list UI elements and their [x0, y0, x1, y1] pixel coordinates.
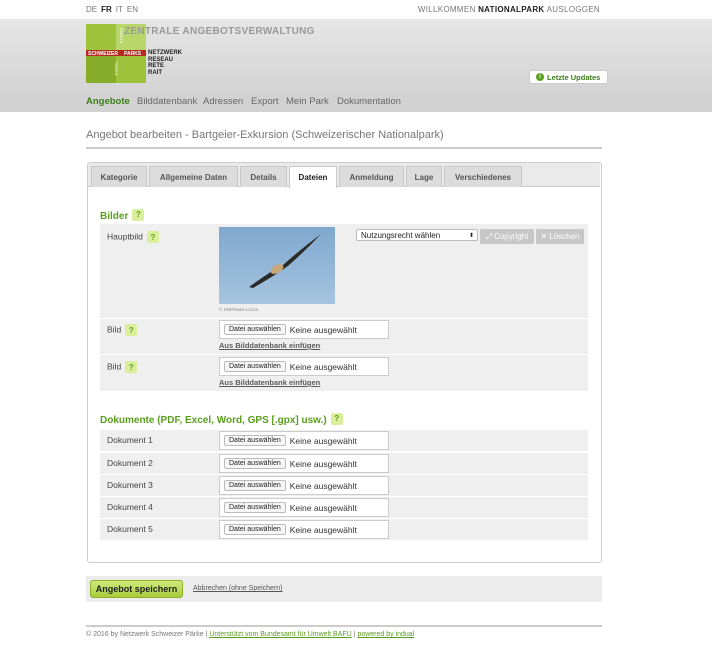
help-icon[interactable]: ? — [330, 412, 343, 425]
document-file-input[interactable]: Datei auswählen Keine ausgewählt — [219, 431, 389, 450]
main-nav: Angebote Bilddatenbank Adressen Export M… — [0, 92, 712, 112]
file-choose-button[interactable]: Datei auswählen — [224, 502, 286, 513]
main-image-label: Hauptbild — [107, 231, 143, 242]
main-image-thumbnail[interactable] — [219, 227, 335, 304]
delete-button[interactable]: ✕ Löschen — [536, 229, 584, 244]
document-file-input[interactable]: Datei auswählen Keine ausgewählt — [219, 520, 389, 539]
file-choose-button[interactable]: Datei auswählen — [224, 435, 286, 446]
nav-mein-park[interactable]: Mein Park — [286, 96, 329, 107]
footer-divider — [86, 625, 602, 627]
lang-de[interactable]: DE — [86, 5, 97, 14]
document-label: Dokument 5 — [107, 524, 153, 534]
tab-lage[interactable]: Lage — [406, 166, 442, 187]
rights-select[interactable]: Nutzungsrecht wählen ⬍ — [356, 229, 478, 241]
document-label: Dokument 4 — [107, 502, 153, 512]
logo-word-schweizer: SCHWEIZER — [88, 51, 118, 57]
copyright-button[interactable]: ⤢ Copyright — [480, 229, 534, 244]
network-text: NETZWERK RESEAU RETE RAIT — [148, 50, 182, 76]
nav-export[interactable]: Export — [251, 96, 278, 107]
top-bar: DE FR IT EN WILLKOMMEN NATIONALPARK AUSLOGG… — [0, 0, 712, 19]
bafu-link[interactable]: Unterstützt vom Bundesamt für Umwelt BAF… — [209, 631, 351, 638]
file-choose-button[interactable]: Datei auswählen — [224, 458, 286, 469]
welcome-text: WILLKOMMEN — [417, 5, 476, 14]
file-choose-button[interactable]: Datei auswählen — [224, 324, 286, 335]
nav-angebote[interactable]: Angebote — [86, 96, 130, 107]
save-button[interactable]: Angebot speichern — [90, 580, 183, 598]
document-label: Dokument 3 — [107, 480, 153, 490]
lang-it[interactable]: IT — [116, 5, 123, 14]
bilder-heading: Bilder? — [100, 206, 145, 224]
image-label: Bild — [107, 361, 122, 372]
document-label: Dokument 1 — [107, 435, 153, 445]
image-label: Bild — [107, 324, 122, 335]
cancel-link[interactable]: Abbrechen (ohne Speichern) — [193, 585, 283, 592]
insert-from-db-link[interactable]: Aus Bilddatenbank einfügen — [219, 341, 320, 350]
user-name: NATIONALPARK — [478, 5, 545, 14]
language-switcher: DE FR IT EN — [86, 5, 142, 14]
user-area: WILLKOMMEN NATIONALPARK AUSLOGGEN — [418, 5, 600, 14]
lang-fr[interactable]: FR — [101, 5, 112, 14]
footer-separator: | — [353, 631, 356, 638]
select-arrows-icon: ⬍ — [468, 232, 474, 239]
help-icon[interactable]: ? — [146, 231, 159, 243]
document-file-input[interactable]: Datei auswählen Keine ausgewählt — [219, 476, 389, 495]
footer-copyright: © 2016 by Netzwerk Schweizer Pärke | — [86, 631, 208, 638]
nav-dokumentation[interactable]: Dokumentation — [337, 96, 401, 107]
file-choose-button[interactable]: Datei auswählen — [224, 361, 286, 372]
lang-en[interactable]: EN — [127, 5, 138, 14]
indual-link[interactable]: powered by indual — [357, 631, 414, 638]
nav-bilddatenbank[interactable]: Bilddatenbank — [137, 96, 197, 107]
close-icon: ✕ — [540, 232, 548, 241]
file-choose-button[interactable]: Datei auswählen — [224, 480, 286, 491]
documents-heading: Dokumente (PDF, Excel, Word, GPS [.gpx] … — [100, 410, 343, 428]
image-file-input[interactable]: Datei auswählen Keine ausgewählt — [219, 357, 389, 376]
image-file-input[interactable]: Datei auswählen Keine ausgewählt — [219, 320, 389, 339]
info-icon: i — [536, 73, 544, 81]
logout-link[interactable]: AUSLOGGEN — [547, 5, 600, 14]
tab-kategorie[interactable]: Kategorie — [91, 166, 147, 187]
expand-icon: ⤢ — [485, 231, 493, 241]
image-caption: © SNP/Hans Lozza — [219, 307, 258, 312]
help-icon[interactable]: ? — [125, 324, 138, 336]
help-icon[interactable]: ? — [132, 208, 145, 221]
insert-from-db-link[interactable]: Aus Bilddatenbank einfügen — [219, 378, 320, 387]
page-title: Angebot bearbeiten - Bartgeier-Exkursion… — [86, 129, 444, 141]
tab-details[interactable]: Details — [240, 166, 287, 187]
app-title: ZENTRALE ANGEBOTSVERWALTUNG — [124, 26, 315, 37]
logo-word-parcs: PARCS — [114, 62, 119, 76]
file-choose-button[interactable]: Datei auswählen — [224, 524, 286, 535]
tab-allgemeine-daten[interactable]: Allgemeine Daten — [149, 166, 238, 187]
tab-dateien[interactable]: Dateien — [289, 166, 337, 188]
nav-adressen[interactable]: Adressen — [203, 96, 243, 107]
tab-anmeldung[interactable]: Anmeldung — [339, 166, 404, 187]
logo-word-parks: PARKS — [124, 51, 142, 57]
document-file-input[interactable]: Datei auswählen Keine ausgewählt — [219, 498, 389, 517]
latest-updates-button[interactable]: i Letzte Updates — [529, 70, 608, 84]
divider — [86, 147, 602, 149]
footer: © 2016 by Netzwerk Schweizer Pärke | Unt… — [86, 631, 414, 638]
help-icon[interactable]: ? — [125, 361, 138, 373]
tab-verschiedenes[interactable]: Verschiedenes — [444, 166, 522, 187]
document-file-input[interactable]: Datei auswählen Keine ausgewählt — [219, 454, 389, 473]
document-label: Dokument 2 — [107, 458, 153, 468]
